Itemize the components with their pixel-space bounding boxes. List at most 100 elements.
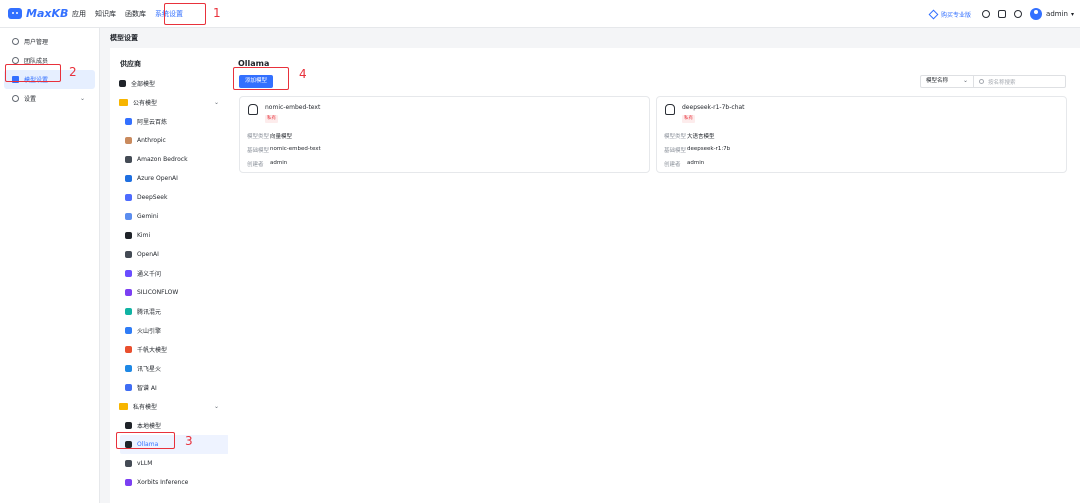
sidebar-item-label: 用户管理 xyxy=(24,39,49,46)
buy-pro-label: 购买专业版 xyxy=(941,11,972,19)
provider-item[interactable]: 千帆大模型 xyxy=(110,340,229,359)
logo-text: MaxKB xyxy=(26,7,69,20)
provider-item[interactable]: Xorbits Inference xyxy=(110,473,229,492)
provider-label: Anthropic xyxy=(137,137,166,144)
provider-label: 智谱 AI xyxy=(137,385,157,392)
avatar[interactable] xyxy=(1030,8,1043,20)
provider-logo-icon xyxy=(125,479,132,486)
chevron-down-icon: ⌄ xyxy=(213,99,219,106)
ollama-icon xyxy=(665,104,675,115)
provider-item[interactable]: DeepSeek xyxy=(110,188,229,207)
sidebar-item-users[interactable]: 用户管理 xyxy=(4,32,95,51)
chevron-down-icon: ⌄ xyxy=(79,95,85,102)
provider-label: 阿里云百炼 xyxy=(137,119,168,126)
provider-item[interactable]: 通义千问 xyxy=(110,264,229,283)
provider-list: 全部模型 公有模型 ⌄ 阿里云百炼 Anthropic Amazon Bedrock… xyxy=(110,74,229,492)
provider-item[interactable]: OpenAI xyxy=(110,245,229,264)
annotation-number-1: 1 xyxy=(213,6,221,20)
provider-label: 通义千问 xyxy=(137,271,162,278)
provider-logo-icon xyxy=(125,194,132,201)
row-value: 大语言模型 xyxy=(687,134,715,140)
search-placeholder: 按名称搜索 xyxy=(988,79,1016,86)
grid-icon xyxy=(119,80,126,87)
top-right-actions: 购买专业版 admin ▾ xyxy=(928,0,1074,28)
provider-group-label: 公有模型 xyxy=(133,100,158,107)
logo[interactable]: MaxKB xyxy=(8,7,72,20)
provider-item[interactable]: Gemini xyxy=(110,207,229,226)
row-value: admin xyxy=(687,160,705,166)
top-bar: MaxKB 应用 知识库 函数库 系统设置 购买专业版 admin ▾ xyxy=(0,0,1080,28)
provider-item[interactable]: Amazon Bedrock xyxy=(110,150,229,169)
creator-row: 创建者 admin xyxy=(247,160,287,168)
provider-logo-icon xyxy=(125,422,132,429)
user-icon xyxy=(12,38,19,45)
nav-functions[interactable]: 函数库 xyxy=(125,9,146,19)
row-value: admin xyxy=(270,160,288,166)
provider-item[interactable]: SILICONFLOW xyxy=(110,283,229,302)
provider-item[interactable]: 讯飞星火 xyxy=(110,359,229,378)
search-input[interactable]: 按名称搜索 xyxy=(974,78,1016,86)
provider-logo-icon xyxy=(125,308,132,315)
provider-item[interactable]: Azure OpenAI xyxy=(110,169,229,188)
provider-group-public[interactable]: 公有模型 ⌄ xyxy=(110,93,229,112)
provider-item[interactable]: Kimi xyxy=(110,226,229,245)
help-icon[interactable] xyxy=(1014,10,1023,18)
provider-item[interactable]: 智谱 AI xyxy=(110,378,229,397)
provider-logo-icon xyxy=(125,327,132,334)
provider-logo-icon xyxy=(125,365,132,372)
chevron-down-icon[interactable]: ▾ xyxy=(1071,11,1074,18)
provider-item[interactable]: 腾讯混元 xyxy=(110,302,229,321)
gear-icon xyxy=(12,95,19,102)
base-model-row: 基础模型 nomic-embed-text xyxy=(247,146,321,154)
provider-item[interactable]: Anthropic xyxy=(110,131,229,150)
provider-label: 腾讯混元 xyxy=(137,309,162,316)
model-card[interactable]: nomic-embed-text 私有 模型类型 向量模型 基础模型 nomic-e… xyxy=(239,96,650,173)
ollama-icon xyxy=(248,104,258,115)
provider-label: Amazon Bedrock xyxy=(137,156,188,163)
document-icon[interactable] xyxy=(998,10,1007,18)
annotation-box-3 xyxy=(116,432,175,449)
provider-item[interactable]: 阿里云百炼 xyxy=(110,112,229,131)
provider-label: 千帆大模型 xyxy=(137,347,168,354)
provider-label: OpenAI xyxy=(137,251,159,258)
provider-logo-icon xyxy=(125,175,132,182)
chevron-down-icon: ⌄ xyxy=(213,403,219,410)
model-filter: 模型名称 按名称搜索 xyxy=(920,75,1066,88)
provider-item[interactable]: vLLM xyxy=(110,454,229,473)
search-icon xyxy=(979,79,984,84)
buy-pro-link[interactable]: 购买专业版 xyxy=(928,9,972,19)
annotation-box-1 xyxy=(164,3,206,25)
nav-apps[interactable]: 应用 xyxy=(72,9,86,19)
provider-label: Gemini xyxy=(137,213,159,220)
provider-group-label: 私有模型 xyxy=(133,404,158,411)
row-value: deepseek-r1:7b xyxy=(687,146,731,152)
row-key: 基础模型 xyxy=(664,148,687,154)
sidebar-item-settings[interactable]: 设置 ⌄ xyxy=(4,89,95,108)
provider-all-models[interactable]: 全部模型 xyxy=(110,74,229,93)
row-value: nomic-embed-text xyxy=(270,146,321,152)
provider-label: Kimi xyxy=(137,232,151,239)
private-badge: 私有 xyxy=(682,115,695,123)
provider-title: 供应商 xyxy=(120,60,141,68)
user-name[interactable]: admin xyxy=(1046,10,1068,18)
nav-knowledge[interactable]: 知识库 xyxy=(95,9,116,19)
sidebar: 用户管理 团队成员 模型设置 设置 ⌄ xyxy=(0,28,100,503)
provider-item[interactable]: 火山引擎 xyxy=(110,321,229,340)
main-area: 模型设置 供应商 全部模型 公有模型 ⌄ 阿里云百炼 Anthropic Amazo… xyxy=(100,28,1080,503)
filter-select[interactable]: 模型名称 xyxy=(921,75,974,87)
provider-logo-icon xyxy=(125,213,132,220)
provider-label: DeepSeek xyxy=(137,194,168,201)
model-type-row: 模型类型 向量模型 xyxy=(247,132,292,140)
model-name: nomic-embed-text xyxy=(265,104,321,111)
provider-group-private[interactable]: 私有模型 ⌄ xyxy=(110,397,229,416)
row-key: 创建者 xyxy=(247,162,264,168)
model-card[interactable]: deepseek-r1-7b-chat 私有 模型类型 大语言模型 基础模型 dee… xyxy=(656,96,1067,173)
provider-logo-icon xyxy=(125,137,132,144)
team-icon xyxy=(12,57,19,64)
model-name: deepseek-r1-7b-chat xyxy=(682,104,745,111)
base-model-row: 基础模型 deepseek-r1:7b xyxy=(664,146,730,154)
model-content: Ollama 添加模型 模型名称 按名称搜索 nomic-embed-text … xyxy=(228,48,1080,503)
github-icon[interactable] xyxy=(982,10,991,18)
annotation-box-4 xyxy=(233,67,289,90)
provider-logo-icon xyxy=(125,384,132,391)
